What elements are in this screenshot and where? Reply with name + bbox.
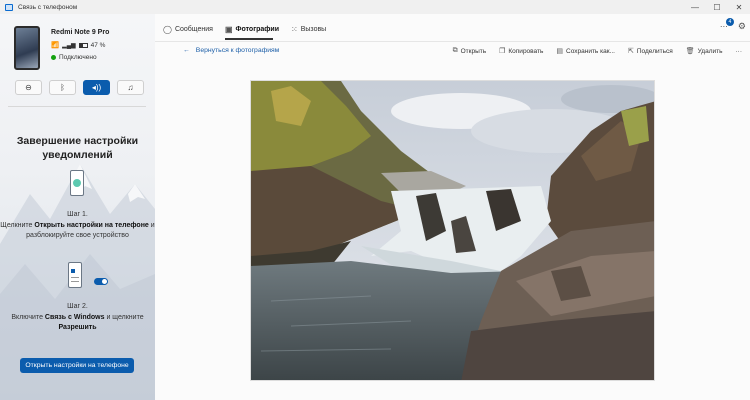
do-not-disturb-icon: ⊖ xyxy=(25,83,32,92)
step1-text-before: Щелкните xyxy=(0,221,33,229)
tab-photos-label: Фотографии xyxy=(235,25,280,33)
photo-toolbar: ← Вернуться к фотографиям ⧉ Открыть ❐ Копи… xyxy=(155,45,750,61)
delete-label: Удалить xyxy=(697,47,723,55)
phone-image xyxy=(14,26,40,70)
tab-photos[interactable]: ▣ Фотографии xyxy=(225,23,279,35)
connected-dot-icon xyxy=(51,55,56,60)
header-divider xyxy=(155,41,750,42)
chat-icon: ◯ xyxy=(163,24,172,34)
save-as-label: Сохранить как... xyxy=(566,47,615,55)
arrow-left-icon: ← xyxy=(183,47,190,54)
device-name: Redmi Note 9 Pro xyxy=(51,29,110,36)
connection-label: Подключено xyxy=(59,54,97,61)
quick-actions: ⊖ ᛒ ◂)) ♫ xyxy=(15,80,144,95)
share-button[interactable]: ⇱ Поделиться xyxy=(628,47,673,56)
music-icon: ♫ xyxy=(127,83,134,92)
maximize-button[interactable]: ☐ xyxy=(706,0,728,14)
music-button[interactable]: ♫ xyxy=(117,80,144,95)
top-right-controls: ⋯ 4 ⚙ xyxy=(720,18,746,32)
step1-bold: Открыть настройки на телефоне xyxy=(34,221,149,229)
tab-messages[interactable]: ◯ Сообщения xyxy=(163,23,213,35)
battery-level: 47 % xyxy=(90,41,106,49)
close-button[interactable]: ✕ xyxy=(728,0,750,14)
battery-icon xyxy=(78,42,88,48)
tab-bar: ◯ Сообщения ▣ Фотографии ⁙ Вызовы xyxy=(163,23,326,35)
tab-messages-label: Сообщения xyxy=(174,25,213,33)
copy-icon: ❐ xyxy=(499,48,506,55)
step1-label: Шаг 1. xyxy=(67,211,88,218)
wifi-icon: 📶 xyxy=(51,42,60,49)
photo-viewer xyxy=(250,80,655,381)
more-icon: ··· xyxy=(735,47,743,55)
gear-icon: ⚙ xyxy=(737,21,746,31)
step2-label: Шаг 2. xyxy=(67,303,88,310)
share-label: Поделиться xyxy=(636,47,673,55)
trash-icon: 🗑 xyxy=(685,48,695,55)
open-icon: ⧉ xyxy=(452,47,458,54)
bluetooth-button[interactable]: ᛒ xyxy=(49,80,76,95)
step2-text-before: Включите xyxy=(11,313,43,321)
bluetooth-icon: ᛒ xyxy=(60,83,65,92)
do-not-disturb-button[interactable]: ⊖ xyxy=(15,80,42,95)
sidebar-divider xyxy=(8,106,146,107)
step2-bold1: Связь с Windows xyxy=(44,313,105,321)
device-status-row: 📶 ▂▄▆ 47 % xyxy=(51,41,106,50)
open-phone-settings-button[interactable]: Открыть настройки на телефоне xyxy=(20,358,134,373)
back-to-photos-label: Вернуться к фотографиям xyxy=(195,47,280,54)
more-button[interactable]: ··· xyxy=(736,48,743,55)
main-content: ◯ Сообщения ▣ Фотографии ⁙ Вызовы ⋯ 4 ⚙ ← В… xyxy=(155,14,750,400)
sidebar: Redmi Note 9 Pro 📶 ▂▄▆ 47 % Подключено ⊖… xyxy=(0,14,155,400)
step1-phone-illustration xyxy=(70,170,84,196)
notifications-badge: 4 xyxy=(725,18,734,26)
minimize-button[interactable]: — xyxy=(684,0,706,14)
delete-button[interactable]: 🗑 Удалить xyxy=(685,47,723,56)
photo-actions: ⧉ Открыть ❐ Копировать ▤ Сохранить как... ⇱… xyxy=(453,47,742,55)
tab-calls[interactable]: ⁙ Вызовы xyxy=(291,23,326,35)
open-button[interactable]: ⧉ Открыть xyxy=(453,47,487,55)
step2-text: Шаг 2. Включите Связь с Windows и щелкни… xyxy=(0,302,155,334)
open-label: Открыть xyxy=(460,47,487,55)
photos-icon: ▣ xyxy=(224,24,233,34)
toggle-icon xyxy=(94,278,108,285)
connection-status: Подключено xyxy=(51,54,97,61)
link-app-icon xyxy=(73,179,81,187)
save-as-button[interactable]: ▤ Сохранить как... xyxy=(556,47,615,56)
copy-button[interactable]: ❐ Копировать xyxy=(499,47,544,56)
waterfall-photo xyxy=(251,81,654,380)
copy-label: Копировать xyxy=(508,47,544,55)
window-title: Связь с телефоном xyxy=(18,3,78,11)
step2-phone-illustration xyxy=(68,262,82,288)
dialpad-icon: ⁙ xyxy=(291,24,298,34)
step2-text-mid: и щелкните xyxy=(106,313,144,321)
tab-calls-label: Вызовы xyxy=(300,25,327,33)
audio-icon: ◂)) xyxy=(91,83,102,92)
title-bar: Связь с телефоном — ☐ ✕ xyxy=(0,0,750,14)
active-tab-indicator xyxy=(225,38,273,40)
phone-link-app-icon xyxy=(5,3,13,11)
step2-bold2: Разрешить xyxy=(58,324,97,331)
share-icon: ⇱ xyxy=(628,48,634,55)
signal-icon: ▂▄▆ xyxy=(62,42,76,49)
audio-button[interactable]: ◂)) xyxy=(83,80,110,95)
save-icon: ▤ xyxy=(556,48,564,55)
notifications-button[interactable]: ⋯ 4 xyxy=(720,18,734,31)
setup-title: Завершение настройки уведомлений xyxy=(16,135,139,161)
step1-text: Шаг 1. Щелкните Открыть настройки на тел… xyxy=(0,210,155,242)
settings-button[interactable]: ⚙ xyxy=(738,21,746,32)
back-to-photos-link[interactable]: ← Вернуться к фотографиям xyxy=(183,47,279,54)
